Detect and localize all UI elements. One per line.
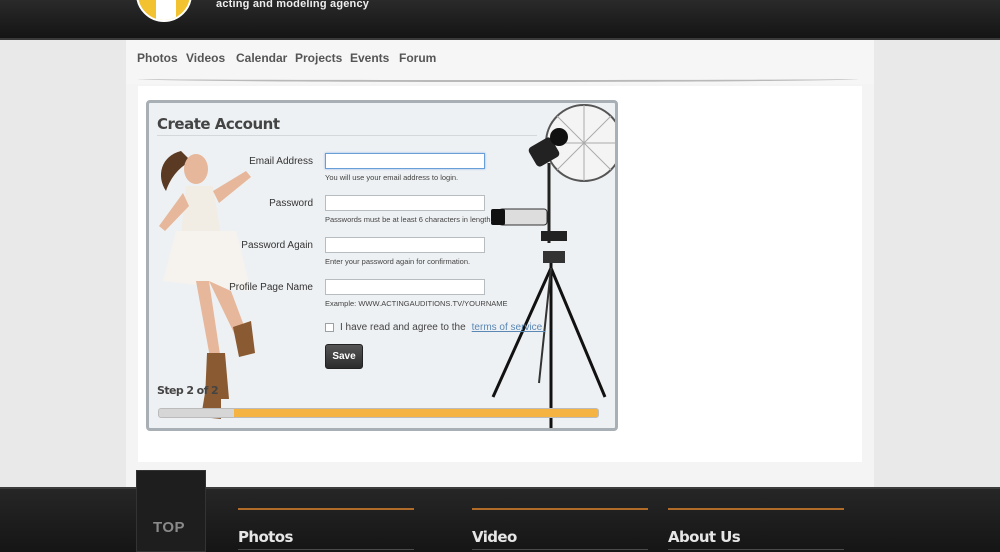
footer-underline xyxy=(238,549,414,550)
email-help-text: You will use your email address to login… xyxy=(325,173,459,182)
nav-item-calendar[interactable]: Calendar xyxy=(236,51,287,65)
terms-agreement: I have read and agree to the terms of ser… xyxy=(325,322,545,333)
footer-column-photos: Photos xyxy=(238,508,414,550)
create-account-panel: Create Account Email Address You will us… xyxy=(146,100,618,431)
profile-page-name-field[interactable] xyxy=(325,279,485,295)
content-area: Create Account Email Address You will us… xyxy=(138,86,862,462)
main-nav: Photos Videos Calendar Projects Events F… xyxy=(126,40,874,84)
camera-tripod-illustration xyxy=(491,104,615,428)
password-help-text: Passwords must be at least 6 characters … xyxy=(325,215,493,224)
page-column: Photos Videos Calendar Projects Events F… xyxy=(126,40,874,490)
signup-progress-bar xyxy=(158,408,599,418)
back-to-top-label: TOP xyxy=(153,519,186,536)
nav-item-projects[interactable]: Projects xyxy=(295,51,342,65)
footer-heading-photos[interactable]: Photos xyxy=(238,528,414,546)
signup-progress-fill xyxy=(233,409,598,417)
email-field[interactable] xyxy=(325,153,485,169)
email-label: Email Address xyxy=(249,156,313,167)
password-again-field[interactable] xyxy=(325,237,485,253)
password-again-help-text: Enter your password again for confirmati… xyxy=(325,257,471,266)
agency-logo[interactable] xyxy=(136,0,192,22)
nav-divider xyxy=(138,76,858,82)
back-to-top-button[interactable]: TOP xyxy=(136,470,206,552)
site-header: acting and modeling agency xyxy=(0,0,1000,40)
footer-column-video: Video xyxy=(472,508,648,550)
password-again-label: Password Again xyxy=(241,240,313,251)
step-indicator: Step 2 of 2 xyxy=(157,384,219,397)
profile-page-name-help-text: Example: WWW.ACTINGAUDITIONS.TV/YOURNAME xyxy=(325,299,508,308)
footer-rule xyxy=(472,508,648,510)
footer-heading-video[interactable]: Video xyxy=(472,528,648,546)
footer-heading-about-us[interactable]: About Us xyxy=(668,528,844,546)
nav-item-forum[interactable]: Forum xyxy=(399,51,436,65)
terms-checkbox[interactable] xyxy=(325,323,334,332)
footer-rule xyxy=(238,508,414,510)
nav-item-events[interactable]: Events xyxy=(350,51,389,65)
terms-of-service-link[interactable]: terms of service. xyxy=(472,322,545,333)
title-divider xyxy=(157,135,537,136)
nav-item-videos[interactable]: Videos xyxy=(186,51,225,65)
password-label: Password xyxy=(269,198,313,209)
footer-underline xyxy=(472,549,648,550)
terms-agreement-text: I have read and agree to the xyxy=(340,322,466,333)
footer-underline xyxy=(668,549,844,550)
logo-figure-icon xyxy=(156,0,176,20)
footer-rule xyxy=(668,508,844,510)
footer-column-about-us: About Us xyxy=(668,508,844,550)
save-button[interactable]: Save xyxy=(325,344,363,369)
profile-page-name-label: Profile Page Name xyxy=(229,282,313,293)
site-tagline: acting and modeling agency xyxy=(216,0,370,10)
password-field[interactable] xyxy=(325,195,485,211)
form-title: Create Account xyxy=(157,115,280,133)
nav-item-photos[interactable]: Photos xyxy=(137,51,178,65)
